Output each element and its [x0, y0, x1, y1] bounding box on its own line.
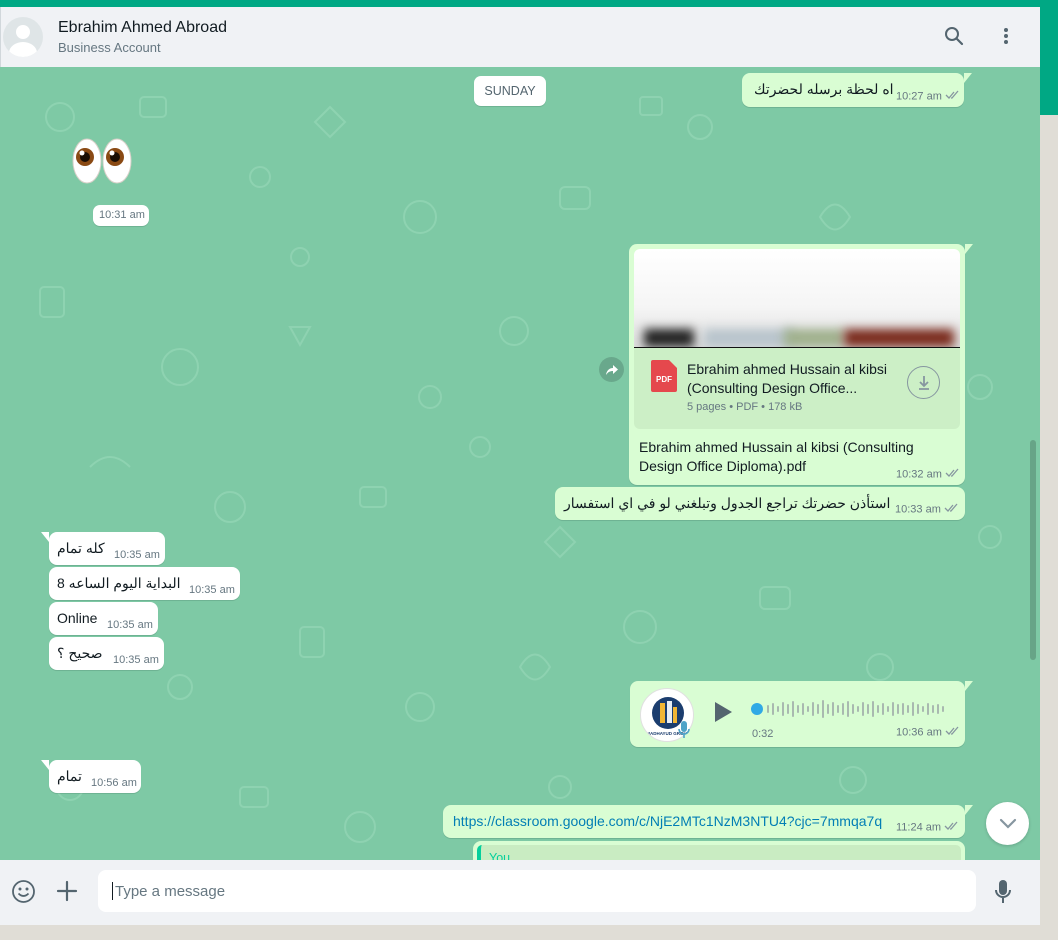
voice-waveform[interactable]: [751, 698, 947, 720]
menu-dots-icon[interactable]: [994, 23, 1018, 49]
contact-subtitle: Business Account: [58, 40, 161, 55]
message-text: كله تمام: [57, 540, 105, 556]
pdf-file-icon: PDF: [651, 360, 677, 392]
classroom-link[interactable]: https://classroom.google.com/c/NjE2MTc1N…: [453, 813, 882, 829]
message-time: 11:24 am: [896, 821, 960, 834]
message-time: 10:32 am: [896, 468, 961, 481]
contact-avatar[interactable]: [3, 17, 43, 57]
play-icon[interactable]: [712, 700, 734, 727]
download-icon[interactable]: [907, 366, 940, 399]
message-bubble-incoming[interactable]: كله تمام 10:35 am: [41, 532, 165, 565]
contact-info[interactable]: Ebrahim Ahmed Abroad Business Account: [58, 19, 227, 55]
message-time: 10:27 am: [896, 90, 961, 103]
message-input-placeholder: Type a message: [115, 882, 226, 900]
window-top-strip: [0, 0, 1058, 7]
chat-scrollbar[interactable]: [1030, 440, 1036, 660]
message-bubble-incoming[interactable]: Online 10:35 am: [49, 602, 158, 635]
message-time: 10:56 am: [91, 777, 137, 789]
message-bubble-outgoing[interactable]: اه لحظة برسله لحضرتك 10:27 am: [742, 73, 972, 107]
scroll-down-button[interactable]: [986, 802, 1029, 845]
svg-text:PDF: PDF: [656, 375, 672, 384]
link-message[interactable]: https://classroom.google.com/c/NjE2MTc1N…: [443, 805, 973, 838]
message-bubble-incoming[interactable]: البداية اليوم الساعه 8 10:35 am: [49, 567, 240, 600]
pdf-attachment[interactable]: PDF Ebrahim ahmed Hussain al kibsi (Cons…: [634, 347, 960, 429]
attach-plus-icon[interactable]: [56, 880, 78, 907]
message-time: 10:36 am: [896, 726, 961, 739]
read-ticks-icon: [945, 468, 961, 481]
read-ticks-icon: [944, 503, 960, 516]
window-right-strip: [1040, 7, 1058, 115]
voice-duration: 0:32: [752, 728, 774, 740]
message-input[interactable]: Type a message: [98, 870, 976, 912]
message-text: استأذن حضرتك تراجع الجدول وتبلغني لو في …: [564, 495, 891, 511]
eyes-emoji-icon: [72, 138, 132, 184]
message-time: 10:35 am: [114, 549, 160, 561]
pdf-thumbnail[interactable]: [634, 249, 960, 347]
read-ticks-icon: [944, 821, 960, 834]
message-bubble-incoming[interactable]: صحيح ؟ 10:35 am: [49, 637, 164, 670]
message-text: صحيح ؟: [57, 645, 103, 661]
date-badge: SUNDAY: [474, 76, 546, 106]
chevron-down-icon: [999, 818, 1016, 829]
search-icon[interactable]: [942, 23, 966, 49]
read-ticks-icon: [945, 90, 961, 103]
pdf-file-name: Ebrahim ahmed Hussain al kibsi (Consulti…: [687, 361, 887, 396]
document-caption: Ebrahim ahmed Hussain al kibsi (Consulti…: [639, 439, 914, 474]
emoji-icon[interactable]: [11, 879, 36, 909]
message-bubble-outgoing[interactable]: استأذن حضرتك تراجع الجدول وتبلغني لو في …: [555, 487, 965, 520]
message-bubble-incoming[interactable]: تمام 10:56 am: [41, 760, 141, 793]
voice-message[interactable]: MADHAYUD GROUP 0:32 10:36 am: [630, 681, 973, 747]
microphone-icon[interactable]: [994, 879, 1012, 910]
contact-name: Ebrahim Ahmed Abroad: [58, 19, 227, 36]
document-message[interactable]: PDF Ebrahim ahmed Hussain al kibsi (Cons…: [629, 244, 973, 485]
text-caret: [112, 882, 113, 900]
forward-icon[interactable]: [599, 357, 624, 382]
message-text: البداية اليوم الساعه 8: [57, 575, 181, 591]
chat-header[interactable]: Ebrahim Ahmed Abroad Business Account: [0, 7, 1040, 67]
pdf-file-meta: 5 pages • PDF • 178 kB: [687, 401, 803, 413]
message-text: اه لحظة برسله لحضرتك: [754, 81, 894, 97]
message-time: 10:33 am: [895, 503, 960, 516]
message-time: 10:35 am: [113, 654, 159, 666]
whatsapp-chat-window: Ebrahim Ahmed Abroad Business Account اه…: [0, 7, 1040, 925]
chat-area[interactable]: اه لحظة برسله لحضرتك 10:27 am SUNDAY 10:…: [0, 67, 1040, 871]
read-ticks-icon: [945, 726, 961, 739]
emoji-message[interactable]: [70, 133, 134, 187]
emoji-message-time: 10:31 am: [93, 205, 149, 226]
message-time: 10:35 am: [107, 619, 153, 631]
message-time: 10:35 am: [189, 584, 235, 596]
message-composer: Type a message: [0, 860, 1040, 925]
message-text: تمام: [57, 768, 82, 784]
message-text: Online: [57, 610, 98, 626]
voice-mic-icon: [678, 721, 690, 742]
